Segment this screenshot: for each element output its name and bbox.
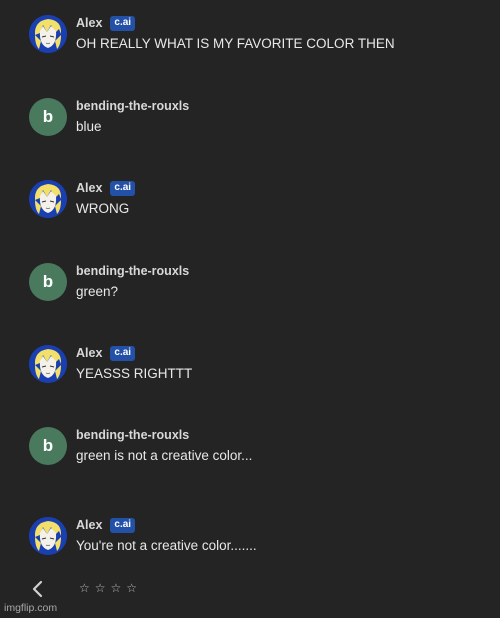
bot-avatar[interactable]: [29, 345, 67, 383]
bot-avatar[interactable]: [29, 15, 67, 53]
message-text: green is not a creative color...: [76, 448, 253, 463]
ai-badge: c.ai: [110, 345, 136, 361]
ai-badge: c.ai: [110, 517, 136, 533]
star-icon[interactable]: ☆: [111, 580, 122, 596]
star-icon[interactable]: ☆: [79, 580, 90, 596]
ai-badge: c.ai: [110, 15, 136, 31]
message-bot: Alex c.ai You're not a creative color...…: [29, 517, 489, 565]
anime-character-icon: [29, 517, 67, 555]
message-bot: Alex c.ai OH REALLY WHAT IS MY FAVORITE …: [29, 15, 489, 63]
message-text: OH REALLY WHAT IS MY FAVORITE COLOR THEN: [76, 36, 395, 51]
chevron-left-icon[interactable]: [30, 580, 46, 598]
message-bot: Alex c.ai YEASSS RIGHTTT: [29, 345, 489, 393]
anime-character-icon: [29, 15, 67, 53]
message-text: blue: [76, 119, 102, 134]
message-user: b bending-the-rouxls blue: [29, 98, 489, 146]
rating-stars: ☆ ☆ ☆ ☆: [79, 580, 137, 596]
sender-name: bending-the-rouxls: [76, 264, 190, 278]
message-text: You're not a creative color.......: [76, 538, 257, 553]
bot-avatar[interactable]: [29, 517, 67, 555]
message-footer: ☆ ☆ ☆ ☆: [0, 572, 500, 618]
watermark: imgflip.com: [4, 602, 58, 614]
anime-character-icon: [29, 180, 67, 218]
message-user: b bending-the-rouxls green is not a crea…: [29, 427, 489, 475]
message-user: b bending-the-rouxls green?: [29, 263, 489, 311]
sender-name: Alex: [76, 518, 103, 532]
sender-name: Alex: [76, 181, 103, 195]
bot-avatar[interactable]: [29, 180, 67, 218]
message-text: WRONG: [76, 201, 130, 216]
ai-badge: c.ai: [110, 180, 136, 196]
star-icon[interactable]: ☆: [126, 580, 137, 596]
sender-name: Alex: [76, 16, 103, 30]
anime-character-icon: [29, 345, 67, 383]
message-text: green?: [76, 284, 119, 299]
user-avatar[interactable]: b: [29, 427, 67, 465]
sender-name: bending-the-rouxls: [76, 428, 190, 442]
sender-name: bending-the-rouxls: [76, 99, 190, 113]
sender-name: Alex: [76, 346, 103, 360]
star-icon[interactable]: ☆: [95, 580, 106, 596]
user-avatar[interactable]: b: [29, 98, 67, 136]
chat-log: Alex c.ai OH REALLY WHAT IS MY FAVORITE …: [0, 0, 500, 618]
message-text: YEASSS RIGHTTT: [76, 366, 193, 381]
message-bot: Alex c.ai WRONG: [29, 180, 489, 228]
user-avatar[interactable]: b: [29, 263, 67, 301]
